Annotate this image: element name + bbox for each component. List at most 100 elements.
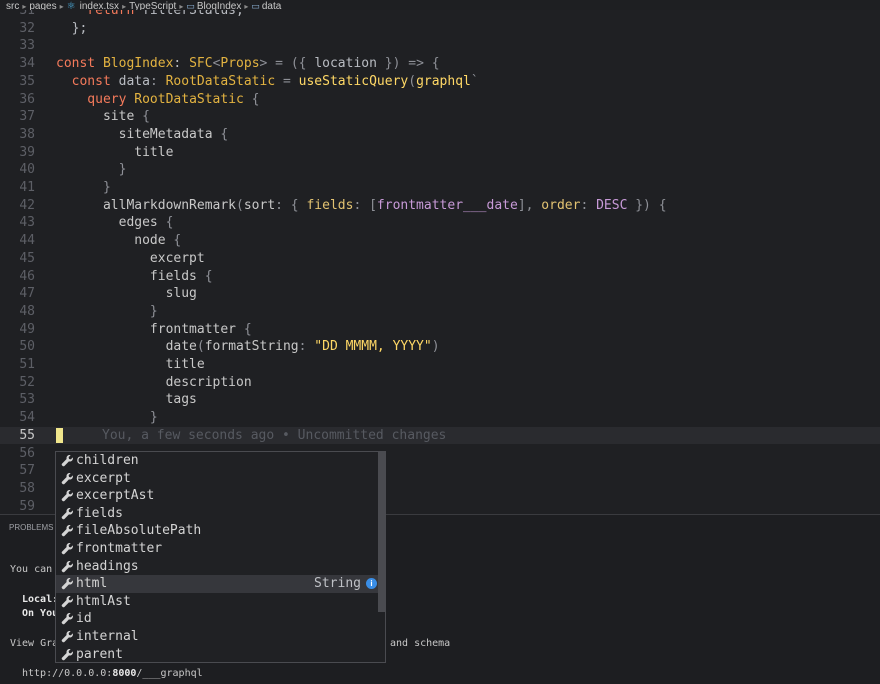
code-line[interactable]: 40 } [0, 161, 880, 179]
code-line[interactable]: 32 }; [0, 20, 880, 38]
suggestion-item[interactable]: excerptAst [56, 487, 378, 505]
terminal-text: You can [10, 564, 53, 575]
code-line[interactable]: 47 slug [0, 285, 880, 303]
code-token: RootDataStatic [134, 91, 244, 107]
code-line[interactable]: 52 description [0, 374, 880, 392]
suggestion-item[interactable]: children [56, 452, 378, 470]
autocomplete-suggestions[interactable]: children excerpt excerptAst fields fileAbsol… [55, 451, 386, 663]
code-token: allMarkdownRemark [56, 197, 237, 213]
suggestion-item[interactable]: id [56, 610, 378, 628]
line-number: 53 [19, 392, 35, 408]
code-token: query [56, 91, 135, 107]
suggestion-item[interactable]: htmlAst [56, 593, 378, 611]
code-line[interactable]: 44 node { [0, 232, 880, 250]
code-token: } [56, 162, 127, 178]
code-line[interactable]: 45 excerpt [0, 250, 880, 268]
code-text: site { [56, 108, 150, 126]
code-token: { [173, 233, 182, 249]
suggestion-label: excerptAst [76, 488, 155, 504]
suggestion-item[interactable]: headings [56, 558, 378, 576]
code-line[interactable]: 39 title [0, 144, 880, 162]
git-blame-annotation: You, a few seconds ago • Uncommitted cha… [102, 427, 447, 443]
code-text: } [56, 303, 158, 321]
code-token: slug [56, 286, 197, 302]
code-line[interactable]: 31 return filterStatus; [0, 10, 880, 20]
code-token: siteMetadata [56, 126, 221, 142]
code-token: { [243, 91, 260, 107]
suggestion-item[interactable]: excerpt [56, 470, 378, 488]
suggestion-label: excerpt [76, 470, 131, 486]
suggestion-label: headings [76, 558, 139, 574]
suggestion-item[interactable]: internal [56, 628, 378, 646]
suggestion-item[interactable]: parent [56, 646, 378, 662]
code-line[interactable]: 46 fields { [0, 268, 880, 286]
code-line[interactable]: 48 } [0, 303, 880, 321]
code-line[interactable]: 49 frontmatter { [0, 321, 880, 339]
suggestion-label: frontmatter [76, 541, 163, 556]
code-token: } [56, 180, 111, 195]
line-number: 49 [19, 321, 35, 337]
text-cursor [56, 427, 63, 443]
suggest-scrollbar[interactable] [378, 452, 385, 612]
suggestion-label: id [76, 611, 92, 627]
info-icon[interactable]: i [366, 578, 377, 590]
code-editor[interactable]: 31 return filterStatus; 32 }; 33 34 const Bl… [0, 10, 880, 515]
code-token: "DD MMMM, YYYY" [314, 339, 432, 355]
terminal-text: View Gra [10, 638, 59, 649]
code-token: { [204, 268, 213, 284]
graphql-url-link[interactable]: http://0.0.0.0:8000/___graphql [22, 667, 203, 680]
code-line[interactable]: 34 const BlogIndex: SFC<Props> = ({ locat… [0, 55, 880, 73]
code-token: fields [56, 268, 205, 284]
code-text: const BlogIndex: SFC<Props> = ({ locatio… [56, 55, 440, 73]
suggestion-item[interactable]: html String i [56, 575, 378, 593]
code-line[interactable]: 35 const data: RootDataStatic = useStati… [0, 73, 880, 91]
line-number: 43 [19, 215, 35, 231]
code-token: location [314, 56, 377, 72]
code-line[interactable]: 53 tags [0, 391, 880, 409]
code-token: : [149, 73, 166, 89]
code-token: } [56, 410, 158, 426]
code-token: fields [306, 197, 354, 213]
code-line[interactable]: 36 query RootDataStatic { [0, 91, 880, 109]
suggestion-label: htmlAst [76, 593, 131, 609]
line-number: 47 [19, 286, 35, 302]
code-text: title [56, 144, 173, 162]
line-number: 35 [19, 73, 35, 89]
code-line[interactable]: 41 } [0, 179, 880, 197]
code-line[interactable]: 38 siteMetadata { [0, 126, 880, 144]
code-text: return filterStatus; [56, 10, 244, 20]
line-number: 36 [19, 91, 35, 107]
code-token: description [56, 374, 252, 390]
code-line[interactable]: 33 [0, 37, 880, 55]
code-line[interactable]: 42 allMarkdownRemark(sort: { fields: [fr… [0, 197, 880, 215]
line-number: 39 [19, 144, 35, 160]
terminal-line: You can [10, 563, 52, 576]
code-token: edges [56, 215, 166, 231]
suggestion-item[interactable]: fields [56, 505, 378, 523]
code-token: }; [56, 20, 88, 36]
suggestion-item[interactable]: fileAbsolutePath [56, 522, 378, 540]
suggestion-label: fields [76, 505, 123, 521]
code-line[interactable]: 51 title [0, 356, 880, 374]
line-number: 52 [19, 374, 35, 390]
code-token: order [541, 197, 581, 213]
code-token: BlogIndex [102, 56, 174, 72]
code-line[interactable]: 37 site { [0, 108, 880, 126]
code-token: ) [431, 339, 440, 355]
code-token: }) { [627, 197, 667, 213]
code-token: : [ [353, 197, 377, 213]
line-number: 46 [19, 268, 35, 284]
code-token: formatString [204, 339, 299, 355]
tab-problems[interactable]: PROBLEMS [9, 523, 53, 532]
line-number: 57 [19, 463, 35, 479]
suggestion-item[interactable]: frontmatter [56, 540, 378, 558]
code-line[interactable]: 50 date(formatString: "DD MMMM, YYYY") [0, 338, 880, 356]
code-line[interactable]: 43 edges { [0, 214, 880, 232]
code-line[interactable]: 55 You, a few seconds ago • Uncommitted c… [0, 426, 880, 445]
code-token: SFC [189, 56, 213, 72]
code-line[interactable]: 54 } [0, 409, 880, 427]
code-text: const data: RootDataStatic = useStaticQu… [56, 73, 479, 91]
code-text: } [56, 161, 127, 179]
code-token: return [56, 10, 143, 18]
code-token: title [56, 357, 205, 372]
